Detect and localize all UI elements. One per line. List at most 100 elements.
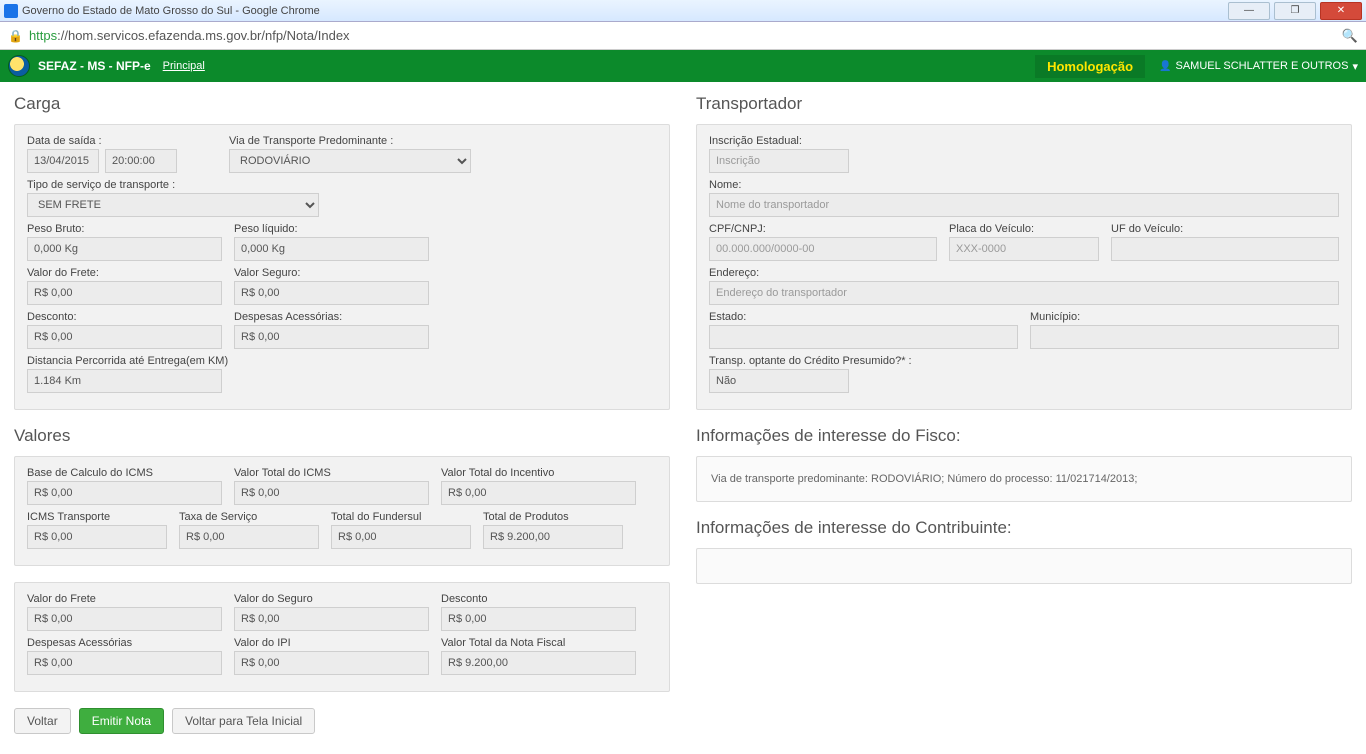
section-valores-title: Valores bbox=[14, 426, 670, 446]
nav-principal[interactable]: Principal bbox=[163, 60, 205, 72]
window-titlebar: Governo do Estado de Mato Grosso do Sul … bbox=[0, 0, 1366, 22]
panel-carga: Data de saída : Via de Transporte Predom… bbox=[14, 124, 670, 410]
label-total-produtos: Total de Produtos bbox=[483, 511, 623, 523]
input-cpf[interactable] bbox=[709, 237, 937, 261]
label-ie: Inscrição Estadual: bbox=[709, 135, 1339, 147]
window-minimize-button[interactable]: — bbox=[1228, 2, 1270, 20]
input-base-icms[interactable] bbox=[27, 481, 222, 505]
input-taxa-servico[interactable] bbox=[179, 525, 319, 549]
label-tipo-servico: Tipo de serviço de transporte : bbox=[27, 179, 657, 191]
search-icon[interactable]: 🔍 bbox=[1342, 28, 1358, 44]
app-header: SEFAZ - MS - NFP-e Principal Homologação… bbox=[0, 50, 1366, 82]
panel-valores-1: Base de Calculo do ICMS Valor Total do I… bbox=[14, 456, 670, 566]
input-valor-seguro[interactable] bbox=[234, 281, 429, 305]
input-nome[interactable] bbox=[709, 193, 1339, 217]
url-path: ://hom.servicos.efazenda.ms.gov.br/nfp/N… bbox=[57, 28, 349, 43]
label-v2-desconto: Desconto bbox=[441, 593, 636, 605]
chevron-down-icon: ▾ bbox=[1352, 60, 1358, 73]
input-ie[interactable] bbox=[709, 149, 849, 173]
panel-fisco: Via de transporte predominante: RODOVIÁR… bbox=[696, 456, 1352, 502]
input-total-fundersul[interactable] bbox=[331, 525, 471, 549]
label-despesas: Despesas Acessórias: bbox=[234, 311, 429, 323]
input-estado[interactable] bbox=[709, 325, 1018, 349]
input-total-produtos[interactable] bbox=[483, 525, 623, 549]
panel-transportador: Inscrição Estadual: Nome: CPF/CNPJ: Plac… bbox=[696, 124, 1352, 410]
section-contrib-title: Informações de interesse do Contribuinte… bbox=[696, 518, 1352, 538]
label-credito: Transp. optante do Crédito Presumido?* : bbox=[709, 355, 912, 367]
input-v2-seguro[interactable] bbox=[234, 607, 429, 631]
label-valor-frete: Valor do Frete: bbox=[27, 267, 222, 279]
label-placa: Placa do Veículo: bbox=[949, 223, 1099, 235]
user-name: SAMUEL SCHLATTER E OUTROS bbox=[1175, 60, 1348, 72]
label-total-icms: Valor Total do ICMS bbox=[234, 467, 429, 479]
input-data-saida-date[interactable] bbox=[27, 149, 99, 173]
label-endereco: Endereço: bbox=[709, 267, 1339, 279]
label-desconto: Desconto: bbox=[27, 311, 222, 323]
window-close-button[interactable]: ✕ bbox=[1320, 2, 1362, 20]
input-despesas[interactable] bbox=[234, 325, 429, 349]
label-data-saida: Data de saída : bbox=[27, 135, 177, 147]
input-endereco[interactable] bbox=[709, 281, 1339, 305]
input-credito[interactable] bbox=[709, 369, 849, 393]
input-peso-bruto[interactable] bbox=[27, 237, 222, 261]
label-nome: Nome: bbox=[709, 179, 1339, 191]
url-scheme: https bbox=[29, 28, 57, 43]
section-carga-title: Carga bbox=[14, 94, 670, 114]
user-icon: 👤 bbox=[1159, 61, 1171, 72]
input-data-saida-time[interactable] bbox=[105, 149, 177, 173]
label-municipio: Município: bbox=[1030, 311, 1339, 323]
app-logo-icon bbox=[8, 55, 30, 77]
label-cpf: CPF/CNPJ: bbox=[709, 223, 937, 235]
voltar-inicial-button[interactable]: Voltar para Tela Inicial bbox=[172, 708, 315, 734]
input-v2-total-nf[interactable] bbox=[441, 651, 636, 675]
label-v2-frete: Valor do Frete bbox=[27, 593, 222, 605]
user-menu[interactable]: 👤 SAMUEL SCHLATTER E OUTROS ▾ bbox=[1159, 60, 1358, 73]
label-total-incentivo: Valor Total do Incentivo bbox=[441, 467, 636, 479]
emitir-nota-button[interactable]: Emitir Nota bbox=[79, 708, 164, 734]
input-v2-desconto[interactable] bbox=[441, 607, 636, 631]
input-total-icms[interactable] bbox=[234, 481, 429, 505]
section-fisco-title: Informações de interesse do Fisco: bbox=[696, 426, 1352, 446]
label-base-icms: Base de Calculo do ICMS bbox=[27, 467, 222, 479]
input-total-incentivo[interactable] bbox=[441, 481, 636, 505]
label-v2-total-nf: Valor Total da Nota Fiscal bbox=[441, 637, 636, 649]
label-via-transporte: Via de Transporte Predominante : bbox=[229, 135, 471, 147]
window-maximize-button[interactable]: ❐ bbox=[1274, 2, 1316, 20]
input-v2-despesas[interactable] bbox=[27, 651, 222, 675]
browser-url-bar[interactable]: 🔒 https://hom.servicos.efazenda.ms.gov.b… bbox=[0, 22, 1366, 50]
input-uf[interactable] bbox=[1111, 237, 1339, 261]
label-taxa-servico: Taxa de Serviço bbox=[179, 511, 319, 523]
panel-contrib bbox=[696, 548, 1352, 584]
input-distancia[interactable] bbox=[27, 369, 222, 393]
window-title: Governo do Estado de Mato Grosso do Sul … bbox=[22, 5, 1228, 17]
label-peso-liquido: Peso líquido: bbox=[234, 223, 429, 235]
label-icms-transp: ICMS Transporte bbox=[27, 511, 167, 523]
env-badge-homolog: Homologação bbox=[1035, 55, 1145, 78]
label-total-fundersul: Total do Fundersul bbox=[331, 511, 471, 523]
label-distancia: Distancia Percorrida até Entrega(em KM) bbox=[27, 355, 657, 367]
section-transportador-title: Transportador bbox=[696, 94, 1352, 114]
label-v2-despesas: Despesas Acessórias bbox=[27, 637, 222, 649]
label-v2-ipi: Valor do IPI bbox=[234, 637, 429, 649]
app-brand: SEFAZ - MS - NFP-e bbox=[38, 59, 151, 73]
lock-icon: 🔒 bbox=[8, 29, 23, 43]
select-tipo-servico[interactable]: SEM FRETE bbox=[27, 193, 319, 217]
input-valor-frete[interactable] bbox=[27, 281, 222, 305]
input-municipio[interactable] bbox=[1030, 325, 1339, 349]
label-v2-seguro: Valor do Seguro bbox=[234, 593, 429, 605]
input-v2-ipi[interactable] bbox=[234, 651, 429, 675]
voltar-button[interactable]: Voltar bbox=[14, 708, 71, 734]
label-valor-seguro: Valor Seguro: bbox=[234, 267, 429, 279]
select-via-transporte[interactable]: RODOVIÁRIO bbox=[229, 149, 471, 173]
input-v2-frete[interactable] bbox=[27, 607, 222, 631]
input-desconto[interactable] bbox=[27, 325, 222, 349]
label-estado: Estado: bbox=[709, 311, 1018, 323]
label-uf: UF do Veículo: bbox=[1111, 223, 1339, 235]
input-placa[interactable] bbox=[949, 237, 1099, 261]
input-peso-liquido[interactable] bbox=[234, 237, 429, 261]
panel-valores-2: Valor do Frete Valor do Seguro Desconto … bbox=[14, 582, 670, 692]
input-icms-transp[interactable] bbox=[27, 525, 167, 549]
window-favicon bbox=[4, 4, 18, 18]
fisco-text: Via de transporte predominante: RODOVIÁR… bbox=[709, 467, 1339, 491]
label-peso-bruto: Peso Bruto: bbox=[27, 223, 222, 235]
